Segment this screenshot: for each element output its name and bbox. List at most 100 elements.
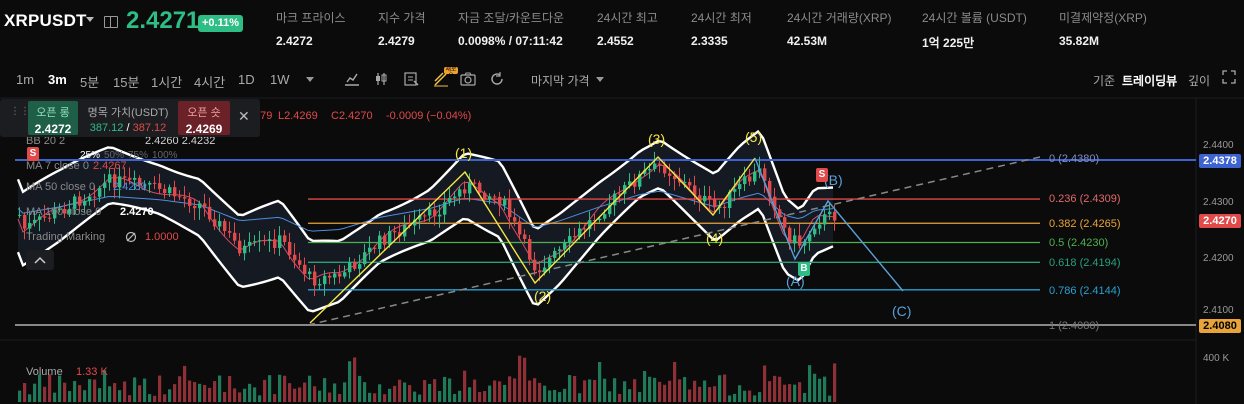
close-icon[interactable]: ✕ xyxy=(238,108,250,125)
volume-bar xyxy=(98,388,102,402)
volume-bar xyxy=(573,375,577,402)
legend-ma100-value: 2.4270 xyxy=(120,206,154,218)
candle-body xyxy=(303,264,307,275)
candle-body xyxy=(558,249,562,251)
qty-pct-75[interactable]: 75% xyxy=(128,150,148,161)
volume-bar xyxy=(313,386,317,402)
fib-label-0618: 0.618 (2.4194) xyxy=(1049,257,1121,269)
legend-ma100[interactable]: MA 100 close 0 xyxy=(26,206,101,218)
drag-handle-icon[interactable]: ⋮⋮ xyxy=(10,107,30,125)
volume-bar xyxy=(303,382,307,402)
volume-bar xyxy=(88,379,92,402)
candle-body xyxy=(553,250,557,258)
volume-bar xyxy=(653,377,657,402)
candle-body xyxy=(178,196,182,198)
wave-label-3: (3) xyxy=(648,131,666,147)
volume-bar xyxy=(338,393,342,402)
legend-trading-marking-value: 1.0000 xyxy=(145,231,179,243)
volume-bar xyxy=(658,381,662,402)
candle-body xyxy=(388,231,392,245)
volume-bar xyxy=(518,355,522,402)
price-tag-low: 2.4080 xyxy=(1199,319,1241,333)
volume-bar xyxy=(613,378,617,402)
volume-bar xyxy=(733,393,737,402)
candle-body xyxy=(93,196,97,198)
fib-label-1: 1 (2.4080) xyxy=(1049,320,1100,332)
candle-body xyxy=(193,205,197,209)
open-short-button[interactable]: 오픈 숏 2.4269 xyxy=(178,101,230,136)
candle-body xyxy=(568,236,572,243)
volume-bar xyxy=(713,386,717,402)
candle-body xyxy=(148,182,152,185)
volume-bar xyxy=(73,381,77,402)
volume-bar xyxy=(688,389,692,402)
volume-bar xyxy=(263,379,267,402)
candle-body xyxy=(433,209,437,217)
qty-pct-100[interactable]: 100% xyxy=(152,150,178,161)
volume-bar xyxy=(808,365,812,402)
candle-body xyxy=(538,270,542,273)
volume-bar xyxy=(553,389,557,402)
fib-label-0786: 0.786 (2.4144) xyxy=(1049,285,1121,297)
volume-bar xyxy=(33,383,37,402)
volume-bar xyxy=(203,384,207,402)
open-long-label: 오픈 롱 xyxy=(36,107,70,119)
candle-body xyxy=(293,254,297,261)
volume-bar xyxy=(488,385,492,402)
candle-body xyxy=(518,221,522,235)
volume-bar xyxy=(743,390,747,402)
legend-trading-marking[interactable]: Trading Marking xyxy=(26,231,105,243)
volume-bar xyxy=(498,381,502,402)
open-long-button[interactable]: 오픈 롱 2.4272 xyxy=(28,101,78,136)
candle-body xyxy=(393,231,397,233)
volume-bar xyxy=(93,379,97,402)
candle-body xyxy=(128,177,132,180)
volume-bar xyxy=(138,385,142,402)
qty-pct-25[interactable]: 25% xyxy=(80,150,100,161)
volume-bar xyxy=(768,381,772,402)
volume-bar xyxy=(293,388,297,402)
legend-ma50-value: 2.4289 xyxy=(113,181,147,193)
visibility-off-icon[interactable] xyxy=(125,231,137,243)
volume-bar xyxy=(78,385,82,402)
candle-body xyxy=(458,189,462,197)
fib-label-0382: 0.382 (2.4265) xyxy=(1049,218,1121,230)
volume-bar xyxy=(288,383,292,402)
volume-bar xyxy=(503,384,507,402)
volume-bar xyxy=(218,375,222,402)
volume-bar xyxy=(773,375,777,402)
legend-ma50[interactable]: MA 50 close 0 xyxy=(26,181,95,193)
volume-bar xyxy=(408,385,412,402)
volume-bar xyxy=(523,357,527,402)
volume-bar xyxy=(68,391,72,402)
candle-body xyxy=(493,196,497,198)
candle-body xyxy=(463,189,467,194)
buy-marker: B xyxy=(798,262,810,276)
volume-bar xyxy=(578,393,582,402)
volume-bar xyxy=(283,375,287,402)
candle-body xyxy=(733,189,737,192)
volume-bar xyxy=(418,394,422,402)
candle-body xyxy=(223,221,227,232)
volume-bar xyxy=(718,375,722,402)
axis-tick: 2.4400 xyxy=(1203,140,1234,151)
volume-bar xyxy=(178,376,182,402)
volume-bar xyxy=(598,361,602,402)
volume-bar xyxy=(558,392,562,402)
volume-bar xyxy=(318,390,322,402)
legend-ma7[interactable]: MA 7 close 0 xyxy=(26,160,89,172)
volume-bar xyxy=(83,390,87,402)
candle-body xyxy=(198,203,202,209)
legend-collapse-button[interactable] xyxy=(26,250,54,270)
candle-body xyxy=(208,206,212,220)
volume-bar xyxy=(458,390,462,402)
candle-body xyxy=(273,239,277,248)
volume-bar xyxy=(678,379,682,402)
volume-bar xyxy=(763,365,767,402)
volume-bar xyxy=(383,394,387,402)
candle-body xyxy=(438,214,442,217)
candle-body xyxy=(308,271,312,275)
volume-bar xyxy=(363,382,367,402)
notional-label: 명목 가치(USDT) xyxy=(87,107,169,119)
qty-pct-50[interactable]: 50% xyxy=(104,150,124,161)
